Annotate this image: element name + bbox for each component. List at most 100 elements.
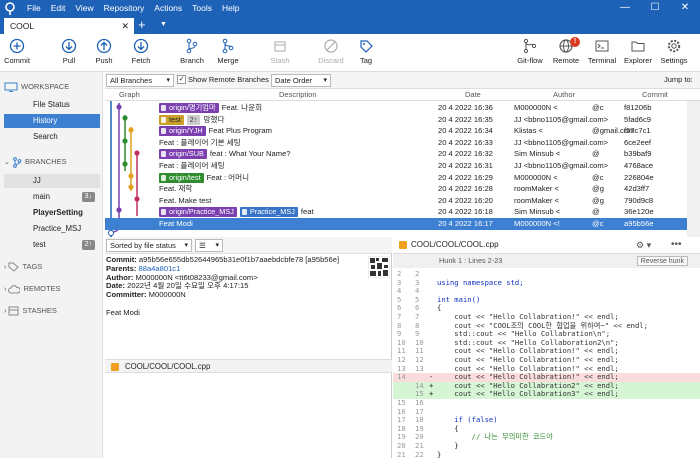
branch-label: main bbox=[33, 192, 50, 201]
commit-row[interactable]: Feat. 재학 20 4 2022 16:28 roomMaker < @g 42d3… bbox=[105, 183, 687, 195]
commit-author: Sim Minsub < @ bbox=[514, 206, 600, 217]
branches-header[interactable]: ⌄ BRANCHES bbox=[4, 155, 67, 169]
show-remote-checkbox[interactable]: ✓ bbox=[177, 75, 186, 84]
menu-view[interactable]: View bbox=[70, 0, 98, 17]
author-email: @g bbox=[592, 195, 604, 205]
sort-dropdown[interactable]: Sorted by file status bbox=[106, 239, 192, 252]
commit-row[interactable]: test 2↑ 망했다 20 4 2022 16:35 JJ <bbno1105@gma… bbox=[105, 114, 687, 126]
sidebar-item-file-status[interactable]: File Status bbox=[4, 98, 100, 112]
explorer-label: Explorer bbox=[624, 56, 652, 65]
menu-file[interactable]: File bbox=[22, 0, 46, 17]
branch-label-badge[interactable]: origin/Practice_MSJ bbox=[159, 207, 237, 218]
minimize-button[interactable]: — bbox=[610, 0, 640, 17]
maximize-button[interactable]: ☐ bbox=[640, 0, 670, 17]
changed-file-item[interactable]: COOL/COOL/COOL.cpp bbox=[105, 359, 392, 373]
discard-label: Discard bbox=[318, 56, 344, 65]
gear-icon bbox=[667, 39, 681, 53]
branch-button[interactable]: Branch bbox=[172, 38, 212, 65]
diff-line[interactable]: 3 3 using namespace std; bbox=[393, 278, 700, 288]
commit-author: JJ <bbno1105@gmail.com> bbox=[514, 137, 608, 148]
explorer-button[interactable]: Explorer bbox=[618, 38, 658, 65]
remote-button[interactable]: Remote ! bbox=[546, 37, 586, 65]
commit-date: 20 4 2022 16:34 bbox=[438, 126, 493, 136]
merge-button[interactable]: Merge bbox=[208, 38, 248, 65]
terminal-button[interactable]: Terminal bbox=[582, 38, 622, 65]
commit-row[interactable]: Feat : 플레이어 기본 세팅 20 4 2022 16:33 JJ <bbno… bbox=[105, 137, 687, 149]
code-text: int main() bbox=[437, 294, 481, 304]
description-column-header[interactable]: Description bbox=[279, 90, 317, 99]
commit-field-label: Commit: bbox=[106, 255, 137, 264]
commit-row[interactable]: Feat Modi 20 4 2022 16:17 M000000N <! @c a95… bbox=[105, 218, 687, 230]
commit-row[interactable]: origin/YJH Feat Plus Program 20 4 2022 16:… bbox=[105, 125, 687, 137]
tags-header[interactable]: › TAGS bbox=[4, 260, 42, 274]
branch-item[interactable]: Practice_MSJ bbox=[4, 222, 100, 236]
push-button[interactable]: Push bbox=[84, 38, 124, 65]
tab-list-dropdown[interactable]: ▼ bbox=[160, 17, 167, 33]
branch-label-badge[interactable]: 2↑ bbox=[186, 114, 201, 125]
commit-column-header[interactable]: Commit bbox=[642, 90, 668, 99]
menu-help[interactable]: Help bbox=[217, 0, 244, 17]
branch-label-badge[interactable]: origin/test bbox=[159, 172, 204, 183]
branch-label-badge[interactable]: test bbox=[159, 114, 184, 125]
diff-line-added[interactable]: 15 + cout << "Hello Collabration3" << end… bbox=[393, 390, 700, 399]
gitflow-button[interactable]: Git-flow bbox=[510, 38, 550, 65]
commit-author: M000000N <! @c bbox=[514, 218, 604, 229]
commit-author: JJ <bbno1105@gmail.com> bbox=[514, 160, 608, 171]
commit-list-scrollbar[interactable] bbox=[687, 101, 700, 237]
sidebar-item-search[interactable]: Search bbox=[4, 130, 100, 144]
reverse-hunk-button[interactable]: Reverse hunk bbox=[636, 256, 688, 266]
remotes-header[interactable]: › REMOTES bbox=[4, 282, 61, 296]
discard-icon bbox=[324, 39, 338, 53]
stash-button[interactable]: Stash bbox=[260, 38, 300, 65]
branch-icon bbox=[186, 38, 198, 54]
date-column-header[interactable]: Date bbox=[465, 90, 481, 99]
sidebar-item-history[interactable]: History bbox=[4, 114, 100, 128]
commit-row[interactable]: Feat : 플레이어 세팅 20 4 2022 16:31 JJ <bbno110… bbox=[105, 160, 687, 172]
commit-row[interactable]: origin/test Feat : 어머니 20 4 2022 16:29 M000… bbox=[105, 172, 687, 184]
close-tab-icon[interactable]: ✕ bbox=[121, 18, 129, 34]
commit-hash-value[interactable]: a95b56e655db52644965b31e0f1b7aaebdcbfe78… bbox=[139, 255, 339, 264]
more-options-icon[interactable]: ••• bbox=[671, 237, 682, 253]
diff-line[interactable]: 15 16 bbox=[393, 398, 700, 408]
sourcetree-logo-icon bbox=[5, 2, 15, 15]
branch-label-badge[interactable]: origin/YJH bbox=[159, 126, 206, 137]
graph-column-header[interactable]: Graph bbox=[119, 90, 140, 99]
close-window-button[interactable]: ✕ bbox=[670, 0, 700, 17]
tab-cool[interactable]: COOL ✕ bbox=[4, 18, 134, 34]
branch-label-badge[interactable]: origin/SUB bbox=[159, 149, 207, 160]
show-remote-label: Show Remote Branches bbox=[188, 75, 269, 84]
fetch-button[interactable]: Fetch bbox=[121, 38, 161, 65]
order-dropdown[interactable]: Date Order bbox=[271, 74, 331, 87]
branch-item[interactable]: test 2↑ bbox=[4, 238, 100, 252]
branch-label-badge[interactable]: Practice_MSJ bbox=[239, 207, 298, 218]
commit-row[interactable]: origin/Practice_MSJ Practice_MSJ feat 20 4 … bbox=[105, 206, 687, 218]
settings-button[interactable]: Settings bbox=[654, 38, 694, 65]
branch-filter-dropdown[interactable]: All Branches bbox=[106, 74, 174, 87]
new-line-number: 13 bbox=[415, 363, 424, 373]
menu-repository[interactable]: Repository bbox=[99, 0, 150, 17]
commit-row[interactable]: origin/SUB feat : What Your Name? 20 4 202… bbox=[105, 148, 687, 160]
push-label: Push bbox=[95, 56, 113, 65]
merge-icon bbox=[222, 38, 234, 54]
workspace-header[interactable]: WORKSPACE bbox=[4, 80, 69, 94]
branch-item[interactable]: JJ bbox=[4, 174, 100, 188]
menu-actions[interactable]: Actions bbox=[149, 0, 187, 17]
author-column-header[interactable]: Author bbox=[553, 90, 575, 99]
parent-hash-link[interactable]: 88a4a801c1 bbox=[139, 264, 181, 273]
commit-button[interactable]: Commit bbox=[0, 38, 37, 65]
commit-row[interactable]: origin/명기엄마 Feat. 나윤희 20 4 2022 16:36 M0000… bbox=[105, 102, 687, 114]
commit-message: Feat : 플레이어 세팅 bbox=[159, 161, 225, 170]
branch-label-badge[interactable]: origin/명기엄마 bbox=[159, 103, 219, 113]
branch-item[interactable]: main 3↓ bbox=[4, 190, 100, 204]
tag-button[interactable]: Tag bbox=[346, 38, 386, 65]
stashes-header[interactable]: › STASHES bbox=[4, 304, 57, 318]
pull-button[interactable]: Pull bbox=[49, 38, 89, 65]
gear-icon[interactable]: ⚙ ▾ bbox=[636, 237, 651, 253]
view-mode-dropdown[interactable]: ☰ bbox=[195, 239, 223, 252]
discard-button[interactable]: Discard bbox=[311, 38, 351, 65]
new-tab-button[interactable]: + bbox=[138, 17, 146, 33]
branch-item-current[interactable]: PlayerSetting bbox=[4, 206, 100, 220]
menu-tools[interactable]: Tools bbox=[187, 0, 217, 17]
commit-row[interactable]: Feat. Make test 20 4 2022 16:20 roomMaker … bbox=[105, 195, 687, 207]
menu-edit[interactable]: Edit bbox=[46, 0, 71, 17]
